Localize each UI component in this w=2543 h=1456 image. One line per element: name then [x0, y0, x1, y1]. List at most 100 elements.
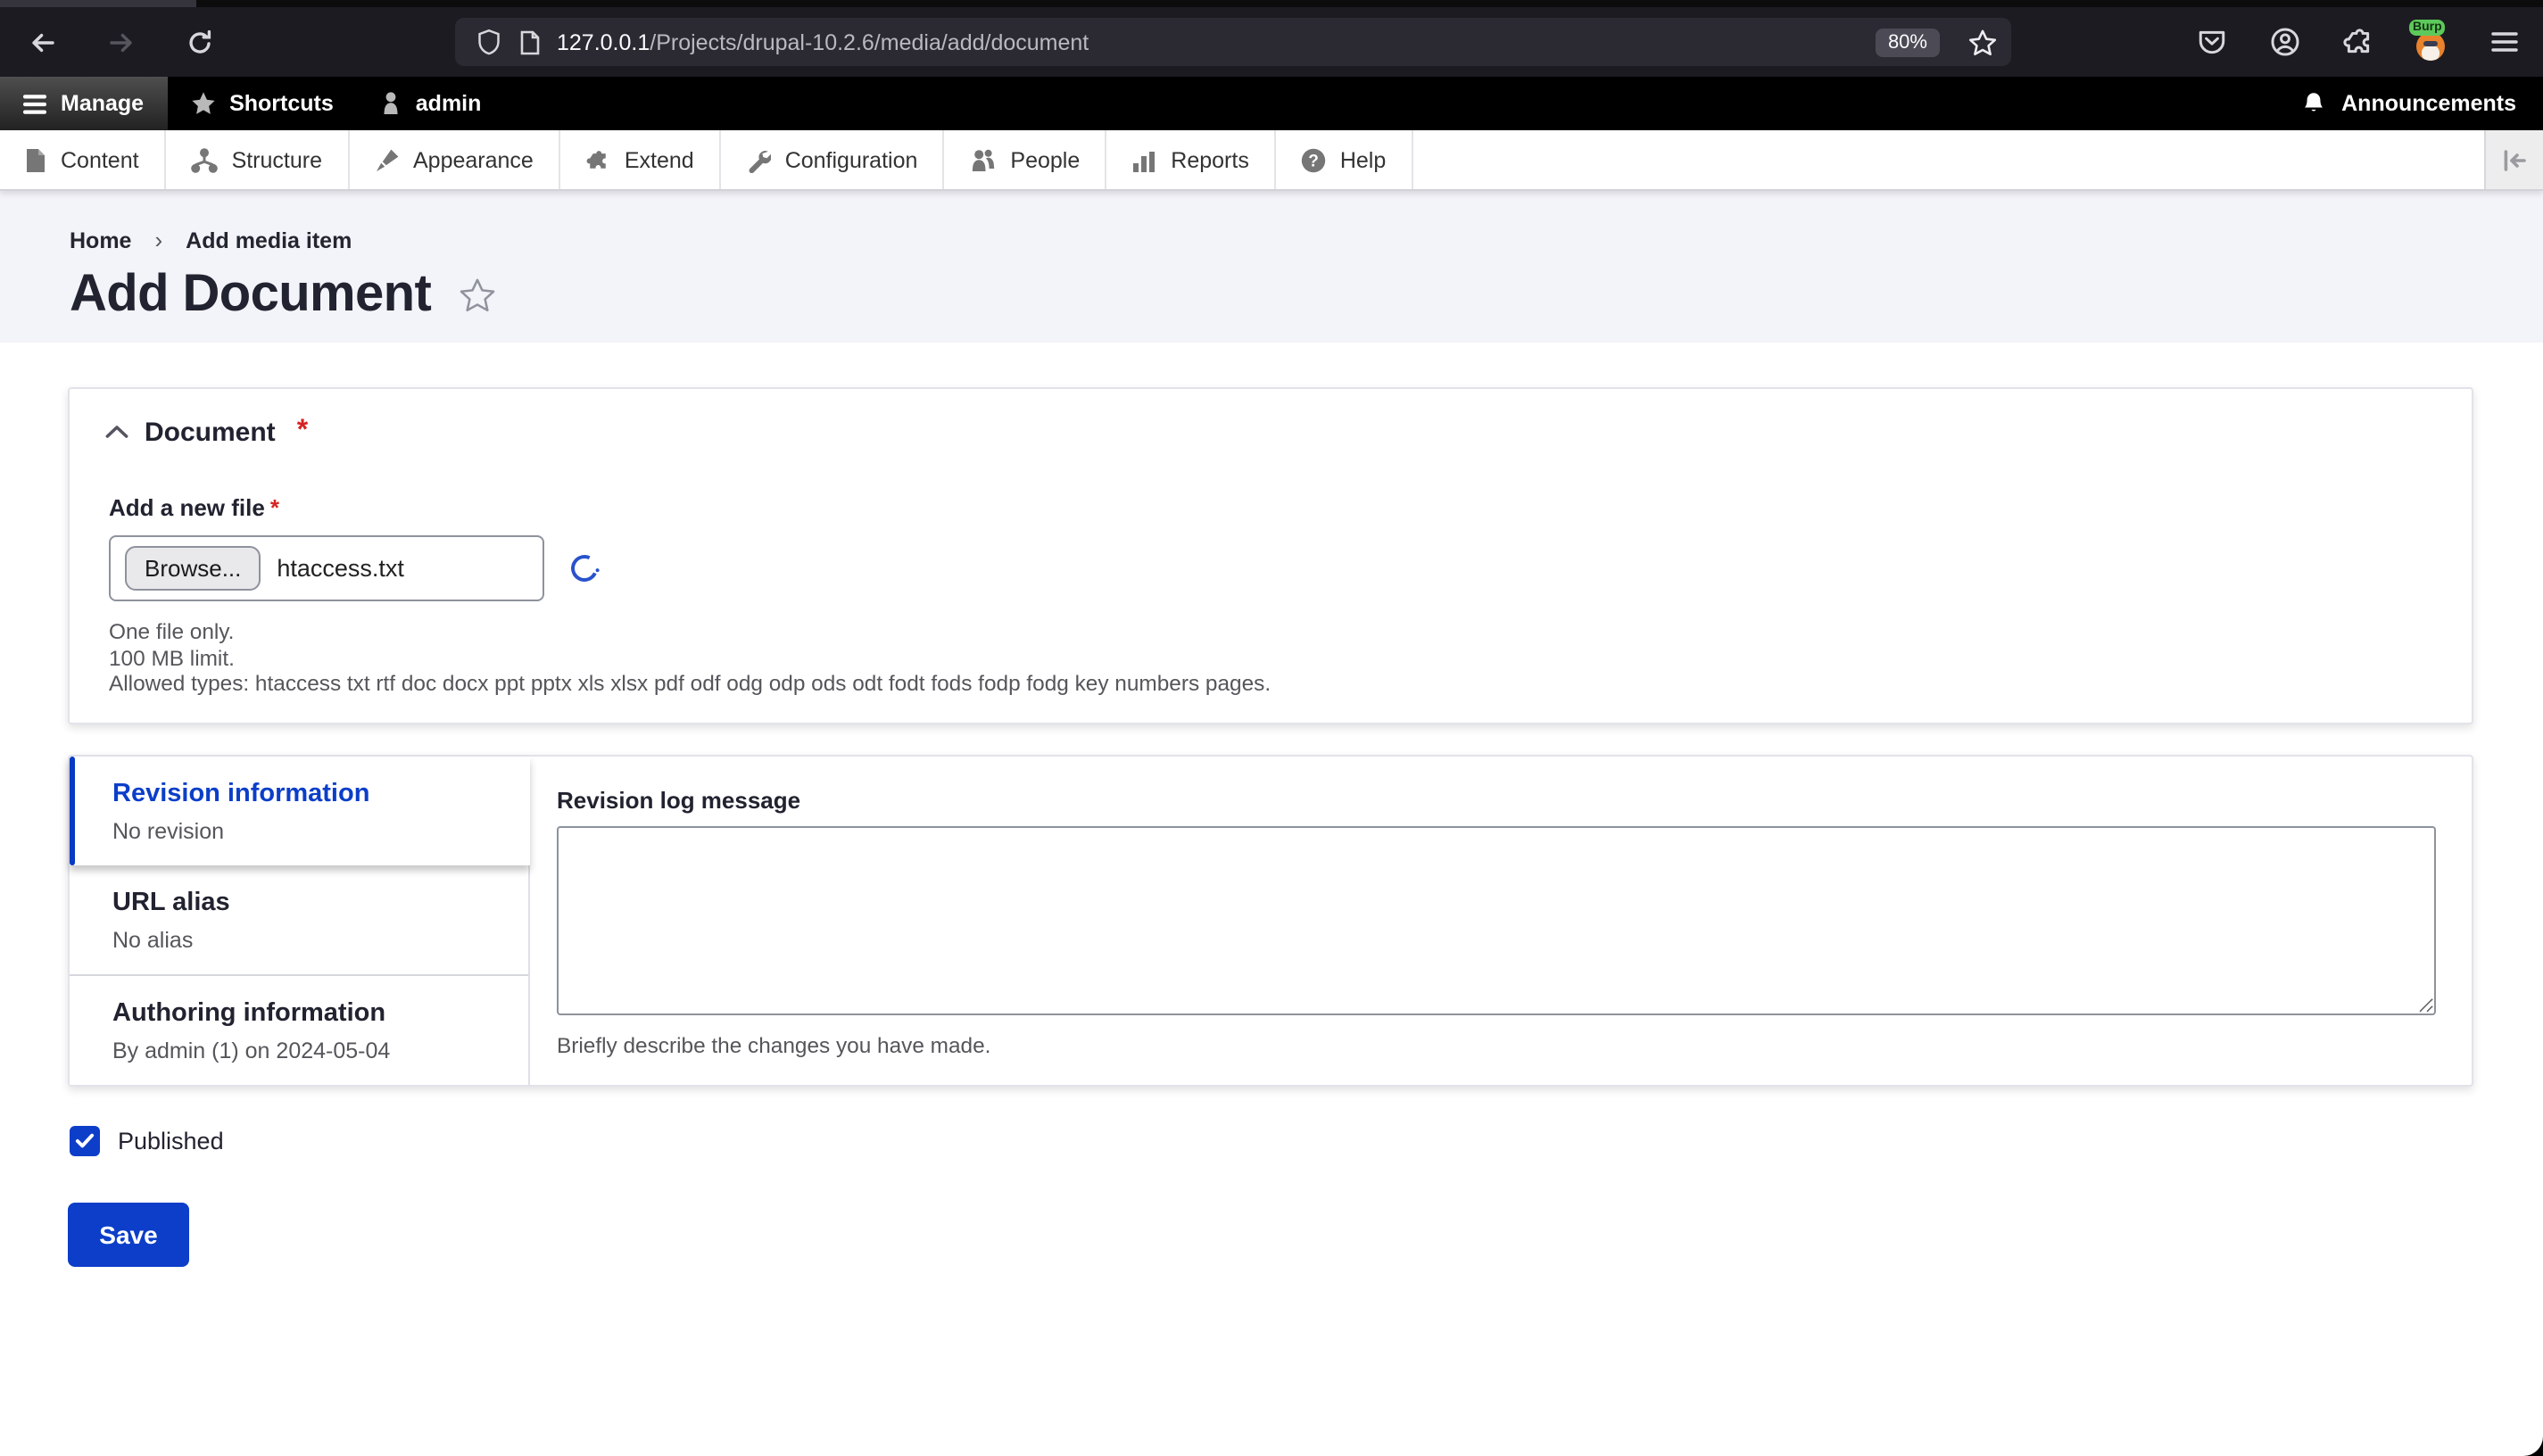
breadcrumb-separator: › [154, 227, 163, 253]
url-text[interactable]: 127.0.0.1/Projects/drupal-10.2.6/media/a… [557, 29, 1089, 54]
menu-item-configuration[interactable]: Configuration [721, 130, 945, 189]
shortcut-star-icon[interactable] [458, 277, 495, 314]
back-icon[interactable] [25, 24, 61, 60]
tab-title: Revision information [112, 779, 370, 808]
menu-item-extend[interactable]: Extend [560, 130, 721, 189]
shortcuts-star-icon [190, 91, 215, 116]
forward-icon[interactable] [104, 24, 139, 60]
file-field-label-row: Add a new file * [109, 494, 2436, 521]
account-icon[interactable] [2266, 24, 2302, 60]
menu-item-label: Help [1339, 147, 1387, 172]
wrench-icon [746, 147, 771, 172]
shield-icon[interactable] [475, 24, 501, 60]
browse-button[interactable]: Browse... [125, 546, 261, 591]
checkmark-icon [75, 1133, 95, 1147]
title-row: Add Document [70, 266, 2543, 325]
paintbrush-icon [374, 147, 399, 172]
bell-icon [2302, 91, 2325, 116]
browser-window: 127.0.0.1/Projects/drupal-10.2.6/media/a… [0, 0, 2543, 1456]
menu-item-structure[interactable]: Structure [166, 130, 349, 189]
fieldset-legend-row[interactable]: Document * [105, 416, 2436, 448]
fieldset-legend: Document [145, 417, 276, 447]
vertical-tabs-menu: Revision information No revision URL ali… [70, 756, 530, 1085]
sitemap-icon [190, 147, 218, 172]
bookmark-star-icon[interactable] [1968, 28, 1997, 56]
bar-chart-icon [1131, 147, 1156, 172]
breadcrumb-link-home[interactable]: Home [70, 228, 131, 252]
burp-extension-icon[interactable]: Burp [2409, 19, 2448, 62]
required-marker: * [269, 494, 279, 521]
help-line: One file only. [109, 619, 235, 644]
window-corner [2523, 1436, 2543, 1456]
menu-item-label: Structure [231, 147, 322, 172]
svg-text:?: ? [1308, 151, 1319, 170]
page-icon[interactable] [518, 24, 541, 60]
menu-item-reports[interactable]: Reports [1106, 130, 1276, 189]
advanced-settings-card: Revision information No revision URL ali… [68, 754, 2473, 1087]
url-path: /Projects/drupal-10.2.6/media/add/docume… [650, 29, 1089, 54]
revision-log-description: Briefly describe the changes you have ma… [557, 1032, 991, 1058]
browser-nav-buttons [25, 7, 218, 77]
file-field-label: Add a new file [109, 494, 265, 521]
browser-toolbar: 127.0.0.1/Projects/drupal-10.2.6/media/a… [0, 7, 2543, 77]
tab-title: Authoring information [112, 998, 386, 1028]
tab-authoring-information[interactable]: Authoring information By admin (1) on 20… [70, 973, 528, 1085]
zoom-level-badge[interactable]: 80% [1875, 28, 1940, 56]
breadcrumb: Home › Add media item [70, 227, 2543, 253]
people-icon [969, 147, 996, 172]
save-button[interactable]: Save [68, 1202, 189, 1267]
published-field: Published [70, 1125, 2543, 1156]
pocket-icon[interactable] [2193, 24, 2229, 60]
revision-information-pane: Revision log message Briefly describe th… [530, 757, 2472, 1085]
menu-item-label: Content [61, 147, 139, 172]
url-bar[interactable]: 127.0.0.1/Projects/drupal-10.2.6/media/a… [455, 18, 2011, 66]
browser-tabstrip [0, 0, 2543, 7]
extensions-icon[interactable] [2340, 24, 2375, 60]
toolbar-item-user[interactable]: admin [357, 77, 505, 130]
menu-item-label: People [1010, 147, 1081, 172]
revision-log-label: Revision log message [557, 786, 801, 814]
menu-item-label: Configuration [784, 147, 918, 172]
revision-log-textarea[interactable] [557, 825, 2436, 1015]
file-upload-row: Browse... htaccess.txt [109, 535, 2436, 601]
toolbar-shortcuts-label: Shortcuts [229, 91, 334, 116]
tab-revision-information[interactable]: Revision information No revision [70, 756, 530, 865]
ajax-spinner-icon [567, 550, 602, 586]
file-input[interactable]: Browse... htaccess.txt [109, 535, 544, 601]
tab-url-alias[interactable]: URL alias No alias [70, 864, 528, 974]
breadcrumb-current: Add media item [186, 228, 352, 252]
admin-menu-bar: Content Structure Appearance Extend Conf… [0, 130, 2543, 191]
main-content: Document * Add a new file * Browse... hta… [0, 387, 2543, 1267]
tab-summary: No alias [112, 927, 194, 953]
drupal-toolbar: Manage Shortcuts admin Announcements [0, 77, 2543, 130]
tab-summary: By admin (1) on 2024-05-04 [112, 1038, 391, 1063]
toolbar-item-manage[interactable]: Manage [0, 77, 168, 130]
tab-summary: No revision [112, 818, 225, 844]
manage-hamburger-icon [23, 94, 46, 113]
page-title: Add Document [70, 266, 432, 323]
toolbar-item-announcements[interactable]: Announcements [2302, 77, 2543, 130]
fox-icon [2416, 31, 2445, 60]
help-line: 100 MB limit. [109, 645, 235, 671]
active-tab-sliver[interactable] [0, 0, 198, 7]
toolbar-item-shortcuts[interactable]: Shortcuts [167, 77, 357, 130]
selected-filename: htaccess.txt [277, 555, 404, 582]
user-icon [380, 91, 402, 116]
browser-toolbar-right: Burp [2193, 7, 2522, 77]
toolbar-collapse-icon[interactable] [2484, 130, 2543, 189]
file-field-description: One file only. 100 MB limit. Allowed typ… [109, 619, 2436, 698]
published-checkbox[interactable] [70, 1125, 100, 1156]
menu-item-people[interactable]: People [944, 130, 1107, 189]
toolbar-user-label: admin [415, 91, 482, 116]
menu-item-appearance[interactable]: Appearance [349, 130, 560, 189]
burp-badge: Burp [2409, 19, 2446, 35]
menu-item-help[interactable]: ? Help [1276, 130, 1413, 189]
page-header: Home › Add media item Add Document [0, 191, 2543, 343]
toolbar-manage-label: Manage [61, 91, 145, 116]
question-icon: ? [1301, 147, 1326, 172]
reload-icon[interactable] [182, 24, 218, 60]
menu-hamburger-icon[interactable] [2486, 24, 2522, 60]
menu-item-content[interactable]: Content [0, 130, 166, 189]
required-marker: * [296, 416, 309, 446]
tab-title: URL alias [112, 888, 230, 917]
